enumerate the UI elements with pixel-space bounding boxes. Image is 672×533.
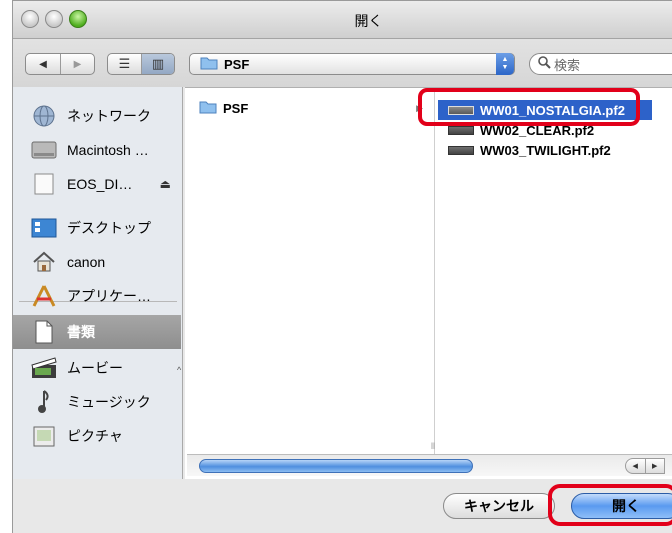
title-bar: 開く <box>13 1 672 39</box>
scrollbar-thumb[interactable] <box>199 459 473 473</box>
open-dialog: 開く ◀ ▶ ☰ ▥ PSF ▲ ▼ 検索 ネットワーク Macintosh …… <box>12 0 672 533</box>
column-resize-handle[interactable]: ll <box>431 441 435 451</box>
toolbar: ◀ ▶ ☰ ▥ PSF ▲ ▼ 検索 <box>13 39 672 87</box>
folder-icon <box>199 99 217 117</box>
scroll-arrow-buttons: ◀ ▶ <box>625 458 665 474</box>
cancel-button[interactable]: キャンセル <box>443 493 555 519</box>
list-item-label: WW03_TWILIGHT.pf2 <box>480 142 611 158</box>
folder-icon <box>200 55 218 73</box>
eject-icon[interactable]: ⏏ <box>160 177 171 191</box>
scroll-left-button[interactable]: ◀ <box>626 459 645 473</box>
browser-column-2: WW01_NOSTALGIA.pf2 WW02_CLEAR.pf2 WW03_T… <box>436 88 672 454</box>
pictures-icon <box>31 424 57 448</box>
sidebar-item-label: 書類 <box>67 324 95 340</box>
sidebar-item-applications[interactable]: アプリケー… <box>13 279 181 313</box>
list-item-label: PSF <box>223 100 249 116</box>
applications-icon <box>31 284 57 308</box>
window-title: 開く <box>354 13 383 29</box>
location-popup[interactable]: PSF ▲ ▼ <box>189 53 515 75</box>
browser-column-1: PSF ▶ ll <box>187 88 435 454</box>
list-view-button[interactable]: ☰ <box>108 54 141 74</box>
search-placeholder: 検索 <box>554 57 581 73</box>
list-item-file[interactable]: WW03_TWILIGHT.pf2 <box>438 140 652 160</box>
movies-icon <box>31 356 57 380</box>
sidebar-item-label: EOS_DI… <box>67 176 133 192</box>
sidebar-item-macintosh-hd[interactable]: Macintosh … <box>13 133 181 167</box>
sidebar-item-label: ピクチャ <box>67 428 123 444</box>
sidebar-item-label: Macintosh … <box>67 142 149 158</box>
documents-icon <box>31 320 57 344</box>
hard-disk-icon <box>31 138 57 162</box>
file-icon <box>448 145 474 155</box>
sidebar-item-label: ムービー <box>67 360 123 376</box>
location-label: PSF <box>224 56 250 72</box>
music-icon <box>31 390 57 414</box>
sidebar-item-label: アプリケー… <box>67 288 151 304</box>
sidebar-resize-handle[interactable]: ^ <box>177 365 181 375</box>
navigation-buttons: ◀ ▶ <box>25 53 95 75</box>
sidebar-item-label: canon <box>67 254 106 270</box>
scroll-right-button[interactable]: ▶ <box>644 459 665 473</box>
network-icon <box>31 104 57 128</box>
search-icon <box>538 56 551 72</box>
list-item-folder-psf[interactable]: PSF ▶ <box>189 98 433 118</box>
sidebar-item-documents[interactable]: 書類 <box>13 315 181 349</box>
sidebar-item-home[interactable]: canon <box>13 245 181 279</box>
column-browser: PSF ▶ ll WW01_NOSTALGIA.pf2 WW02_CLEAR.p… <box>185 87 672 479</box>
sidebar-item-network[interactable]: ネットワーク <box>13 99 181 133</box>
highlight-ring-open-button <box>548 484 672 526</box>
sidebar-item-music[interactable]: ミュージック <box>13 385 181 419</box>
sidebar-item-label: ネットワーク <box>67 108 151 124</box>
back-arrow-icon: ◀ <box>39 58 47 70</box>
sidebar-item-eos-digital[interactable]: EOS_DI… ⏏ <box>13 167 181 201</box>
horizontal-scrollbar[interactable]: ◀ ▶ <box>187 454 672 476</box>
list-view-icon: ☰ <box>118 56 131 71</box>
desktop-icon <box>31 216 57 240</box>
popup-arrows-icon: ▲ ▼ <box>496 53 514 75</box>
search-field[interactable]: 検索 <box>529 53 672 75</box>
highlight-ring-selected-file <box>418 88 640 126</box>
sidebar: ネットワーク Macintosh … EOS_DI… ⏏ デスクトップ cano… <box>13 87 183 479</box>
file-icon <box>448 125 474 135</box>
sidebar-item-movies[interactable]: ムービー <box>13 351 181 385</box>
sidebar-item-label: デスクトップ <box>67 220 151 236</box>
view-mode-buttons: ☰ ▥ <box>107 53 175 75</box>
column-view-button[interactable]: ▥ <box>140 54 174 74</box>
home-icon <box>31 250 57 274</box>
column-view-icon: ▥ <box>151 56 165 71</box>
sidebar-item-pictures[interactable]: ピクチャ <box>13 419 181 453</box>
external-disk-icon <box>31 172 57 196</box>
forward-arrow-icon: ▶ <box>73 58 82 70</box>
sidebar-item-desktop[interactable]: デスクトップ <box>13 211 181 245</box>
forward-button[interactable]: ▶ <box>59 54 94 74</box>
sidebar-item-label: ミュージック <box>67 394 151 410</box>
back-button[interactable]: ◀ <box>26 54 60 74</box>
